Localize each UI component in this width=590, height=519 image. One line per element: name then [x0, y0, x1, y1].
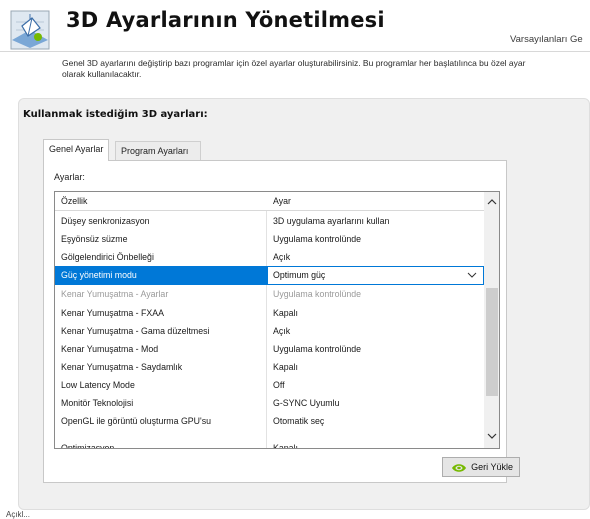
row-feature: Kenar Yumuşatma - Gama düzeltmesi — [61, 326, 210, 336]
table-row[interactable]: Low Latency Mode Off — [55, 376, 484, 395]
row-feature: Monitör Teknolojisi — [61, 398, 134, 408]
table-row[interactable]: Kenar Yumuşatma - Saydamlık Kapalı — [55, 358, 484, 377]
scroll-down-button[interactable] — [484, 428, 499, 444]
table-row[interactable]: Optimizasyon... Kapalı — [55, 439, 484, 449]
scrollbar-thumb[interactable] — [486, 288, 498, 396]
restore-button[interactable]: Geri Yükle — [442, 457, 520, 477]
table-row[interactable]: Kenar Yumuşatma - Ayarlar Uygulama kontr… — [55, 285, 484, 304]
settings-label: Ayarlar: — [54, 172, 85, 182]
vertical-scrollbar[interactable] — [484, 192, 499, 448]
row-value: G-SYNC Uyumlu — [273, 398, 340, 408]
table-row[interactable]: Gölgelendirici Önbelleği Açık — [55, 248, 484, 267]
row-value: Otomatik seç — [273, 416, 325, 426]
row-value: Uygulama kontrolünde — [273, 234, 362, 244]
tab-program-settings[interactable]: Program Ayarları — [115, 141, 201, 160]
row-feature: Eşyönsüz süzme — [61, 234, 128, 244]
page-header: 3D Ayarlarının Yönetilmesi Varsayılanlar… — [0, 0, 590, 52]
restore-button-label: Geri Yükle — [471, 462, 513, 472]
row-value: Off — [273, 380, 285, 390]
row-value: Açık — [273, 252, 291, 262]
column-header-feature[interactable]: Özellik — [61, 192, 267, 211]
row-feature: Gölgelendirici Önbelleği — [61, 252, 154, 262]
table-row[interactable]: Eşyönsüz süzme Uygulama kontrolünde — [55, 230, 484, 249]
dropdown-value: Optimum güç — [273, 270, 326, 280]
row-value: Kapalı — [273, 362, 298, 372]
row-value: Kapalı — [273, 308, 298, 318]
table-row[interactable]: Kenar Yumuşatma - Gama düzeltmesi Açık — [55, 322, 484, 341]
scroll-up-button[interactable] — [484, 194, 499, 210]
row-value: 3D uygulama ayarlarını kullan — [273, 216, 390, 226]
description-line: Genel 3D ayarlarını değiştirip bazı prog… — [62, 58, 526, 68]
power-mode-dropdown[interactable]: Optimum güç — [267, 266, 484, 285]
table-row[interactable]: OpenGL ile görüntü oluşturma GPU'su Otom… — [55, 412, 484, 431]
row-feature: Kenar Yumuşatma - Mod — [61, 344, 159, 354]
tab-content: Ayarlar: Özellik Ayar Düşey senkronizasy… — [43, 160, 520, 483]
table-row[interactable]: Düşey senkronizasyon 3D uygulama ayarlar… — [55, 212, 484, 231]
description-section-label: Açıkl... — [6, 510, 31, 519]
row-feature: Güç yönetimi modu — [55, 266, 267, 285]
table-row[interactable]: Kenar Yumuşatma - Mod Uygulama kontrolün… — [55, 340, 484, 359]
chevron-down-icon[interactable] — [467, 269, 477, 281]
page-description: Genel 3D ayarlarını değiştirip bazı prog… — [62, 58, 590, 80]
row-value: Uygulama kontrolünde — [273, 289, 362, 299]
table-row[interactable]: Kenar Yumuşatma - FXAA Kapalı — [55, 304, 484, 323]
description-line: olarak kullanılacaktır. — [62, 69, 142, 79]
tab-global-settings[interactable]: Genel Ayarlar — [43, 139, 110, 161]
restore-defaults-link[interactable]: Varsayılanları Ge — [510, 34, 583, 45]
row-value: Açık — [273, 326, 291, 336]
settings-panel: Kullanmak istediğim 3D ayarları: Genel A… — [18, 98, 590, 510]
row-feature: Kenar Yumuşatma - Saydamlık — [61, 362, 183, 372]
column-header-setting[interactable]: Ayar — [273, 192, 473, 211]
row-feature: Optimizasyon... — [61, 443, 122, 449]
chevron-down-icon — [487, 433, 497, 439]
nvidia-logo-icon — [452, 464, 466, 472]
row-feature: Düşey senkronizasyon — [61, 216, 150, 226]
chevron-up-icon — [487, 199, 497, 205]
table-row-selected[interactable]: Güç yönetimi modu Optimum güç — [55, 266, 484, 285]
row-feature: OpenGL ile görüntü oluşturma GPU'su — [61, 416, 211, 426]
nvidia-3d-settings-icon — [10, 10, 50, 50]
page-title: 3D Ayarlarının Yönetilmesi — [66, 8, 385, 32]
list-header: Özellik Ayar — [55, 192, 484, 211]
row-value: Uygulama kontrolünde — [273, 344, 362, 354]
row-feature: Kenar Yumuşatma - Ayarlar — [61, 289, 169, 299]
row-value: Kapalı — [273, 443, 298, 449]
settings-list: Özellik Ayar Düşey senkronizasyon 3D uyg… — [54, 191, 500, 449]
panel-heading: Kullanmak istediğim 3D ayarları: — [23, 109, 208, 120]
table-row[interactable]: Monitör Teknolojisi G-SYNC Uyumlu — [55, 394, 484, 413]
row-feature: Kenar Yumuşatma - FXAA — [61, 308, 165, 318]
row-feature: Low Latency Mode — [61, 380, 135, 390]
